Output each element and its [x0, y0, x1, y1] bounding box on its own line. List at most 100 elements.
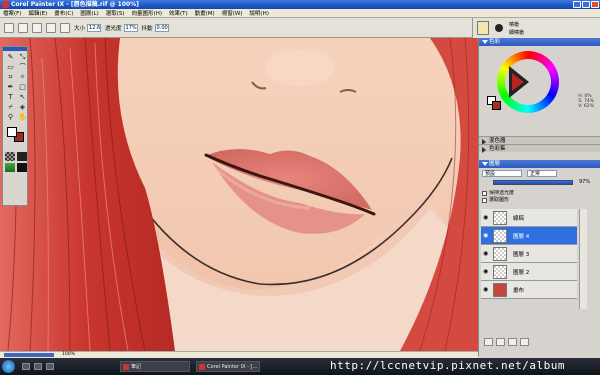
shape-rect-icon[interactable]: □: [17, 83, 28, 92]
pick-up-underlying-checkbox[interactable]: [482, 198, 487, 203]
size-field: 大小 12.6: [74, 23, 102, 32]
layer-name: 畫布: [513, 288, 525, 294]
layer-row-2[interactable]: ◉ 圖層 2: [481, 263, 577, 281]
main-color-swatch[interactable]: [7, 127, 17, 137]
brush-dab-icon: [495, 24, 503, 32]
nozzle-selector-icon[interactable]: [17, 163, 27, 172]
brush-tool-icon[interactable]: ✎: [5, 53, 16, 62]
rect-select-icon[interactable]: ▭: [5, 63, 16, 72]
size-input[interactable]: 12.6: [87, 23, 102, 32]
delete-layer-icon[interactable]: [520, 338, 529, 346]
magnifier-icon[interactable]: ⚲: [5, 113, 16, 122]
stroke-type-icon[interactable]: [32, 22, 42, 33]
menu-layers[interactable]: 圖層(L): [80, 9, 98, 17]
horizontal-scrollbar[interactable]: [4, 353, 54, 357]
panel-additional-swatch[interactable]: [492, 101, 501, 110]
menu-movie[interactable]: 動畫(M): [195, 9, 215, 17]
close-button[interactable]: [591, 1, 599, 8]
menu-select[interactable]: 選取(S): [106, 9, 125, 17]
selection-adjuster-icon[interactable]: ↖: [17, 93, 28, 102]
quicklaunch-ie-icon[interactable]: [34, 363, 42, 370]
taskbar-painter-button[interactable]: Corel Painter IX - [...: [196, 361, 260, 372]
paint-bucket-icon[interactable]: ◈: [17, 103, 28, 112]
magic-wand-icon[interactable]: ✧: [17, 73, 28, 82]
brush-tool-icon: [4, 22, 14, 33]
layer-row-lineart[interactable]: ◉ 線稿: [481, 209, 577, 227]
maximize-button[interactable]: [582, 1, 590, 8]
menu-file[interactable]: 檔案(F): [3, 9, 21, 17]
content-selectors: [3, 150, 27, 174]
layer-commands-icon[interactable]: [484, 338, 493, 346]
pick-up-underlying-row[interactable]: 選取圖形: [479, 197, 600, 204]
blend-mode-select[interactable]: 正常: [527, 170, 557, 177]
visibility-eye-icon[interactable]: ◉: [483, 269, 489, 275]
visibility-eye-icon[interactable]: ◉: [483, 215, 489, 221]
dropper-tool-icon[interactable]: ⤡: [17, 53, 28, 62]
eyedropper-icon[interactable]: ⌿: [5, 103, 16, 112]
menu-effects[interactable]: 效果(T): [169, 9, 188, 17]
visibility-eye-icon[interactable]: ◉: [483, 251, 489, 257]
jitter-input[interactable]: 0.00: [154, 23, 169, 32]
composite-method-select[interactable]: 預設: [482, 170, 522, 177]
painting-artwork: [0, 38, 478, 351]
status-bar: 100%: [0, 351, 478, 358]
layer-row-3[interactable]: ◉ 圖層 3: [481, 245, 577, 263]
layer-thumbnail: [493, 229, 507, 243]
color-panel-title[interactable]: 色彩: [479, 38, 600, 46]
menu-window[interactable]: 視窗(W): [222, 9, 243, 17]
painting-canvas[interactable]: [0, 38, 478, 351]
window-controls: [573, 1, 599, 8]
menu-canvas[interactable]: 畫布(C): [54, 9, 73, 17]
visibility-eye-icon[interactable]: ◉: [483, 233, 489, 239]
brush-category-label[interactable]: 噴槍: [509, 21, 519, 28]
layer-name: 圖層 3: [513, 252, 530, 258]
layer-opacity-slider[interactable]: [493, 180, 573, 185]
mixer-panel-header[interactable]: 混色器: [479, 136, 600, 145]
color-sets-panel-header[interactable]: 色彩集: [479, 144, 600, 153]
preserve-transparency-label: 保持透光度: [489, 190, 515, 196]
crop-icon[interactable]: ⌗: [5, 73, 16, 82]
preserve-transparency-row[interactable]: 保持透光度: [479, 190, 600, 197]
quicklaunch-media-icon[interactable]: [46, 363, 54, 370]
visibility-eye-icon[interactable]: ◉: [483, 287, 489, 293]
menu-edit[interactable]: 編輯(E): [28, 9, 47, 17]
opacity-input[interactable]: 17%: [123, 23, 138, 32]
layer-thumbnail: [493, 247, 507, 261]
dynamic-plugins-icon[interactable]: [496, 338, 505, 346]
layers-scrollbar[interactable]: [579, 209, 587, 309]
tool-grid: ✎ ⤡ ▭ ⌒ ⌗ ✧ ✒ □ T ↖ ⌿ ◈ ⚲ ✋: [3, 51, 27, 124]
jitter-field: 抖動 0.00: [142, 23, 169, 32]
brush-category-icon[interactable]: [477, 21, 489, 35]
new-layer-icon[interactable]: [508, 338, 517, 346]
brush-variant-label[interactable]: 細噴槍: [509, 29, 524, 36]
pick-up-underlying-label: 選取圖形: [489, 197, 510, 203]
menu-help[interactable]: 說明(H): [249, 9, 268, 17]
layer-row-canvas[interactable]: ◉ 畫布: [481, 281, 577, 299]
pattern-selector-icon[interactable]: [5, 163, 15, 172]
straight-line-icon[interactable]: [60, 22, 70, 33]
layer-thumbnail: [493, 283, 507, 297]
right-panel-dock: 色彩 H: 0% S: 74% V: 62% 混色器 色彩集 圖層 預設 正常 …: [478, 38, 600, 356]
preserve-transparency-checkbox[interactable]: [482, 191, 487, 196]
minimize-button[interactable]: [573, 1, 581, 8]
layer-row-4[interactable]: ◉ 圖層 4: [481, 227, 577, 245]
grabber-icon[interactable]: ✋: [17, 113, 28, 122]
gradient-selector-icon[interactable]: [17, 152, 27, 161]
brush-selector[interactable]: 噴槍 細噴槍: [472, 18, 600, 38]
size-label: 大小: [74, 25, 86, 32]
paper-selector-icon[interactable]: [5, 152, 15, 161]
window-title-bar: Corel Painter IX - [唇色描稿.rif @ 100%]: [0, 0, 600, 9]
lasso-icon[interactable]: ⌒: [17, 63, 28, 72]
opacity-field: 透光度 17%: [105, 23, 138, 32]
taskbar-notes-button[interactable]: 筆記: [120, 361, 190, 372]
text-tool-icon[interactable]: T: [5, 93, 16, 102]
taskbar-painter-label: Corel Painter IX - [...: [207, 364, 258, 370]
quicklaunch-desktop-icon[interactable]: [22, 363, 30, 370]
freehand-stroke-icon[interactable]: [46, 22, 56, 33]
reset-tool-icon[interactable]: [18, 22, 28, 33]
start-button[interactable]: [2, 360, 15, 373]
layers-panel-title[interactable]: 圖層: [479, 160, 600, 168]
notes-app-icon: [123, 364, 129, 370]
menu-shapes[interactable]: 向量圖形(H): [132, 9, 162, 17]
pen-tool-icon[interactable]: ✒: [5, 83, 16, 92]
